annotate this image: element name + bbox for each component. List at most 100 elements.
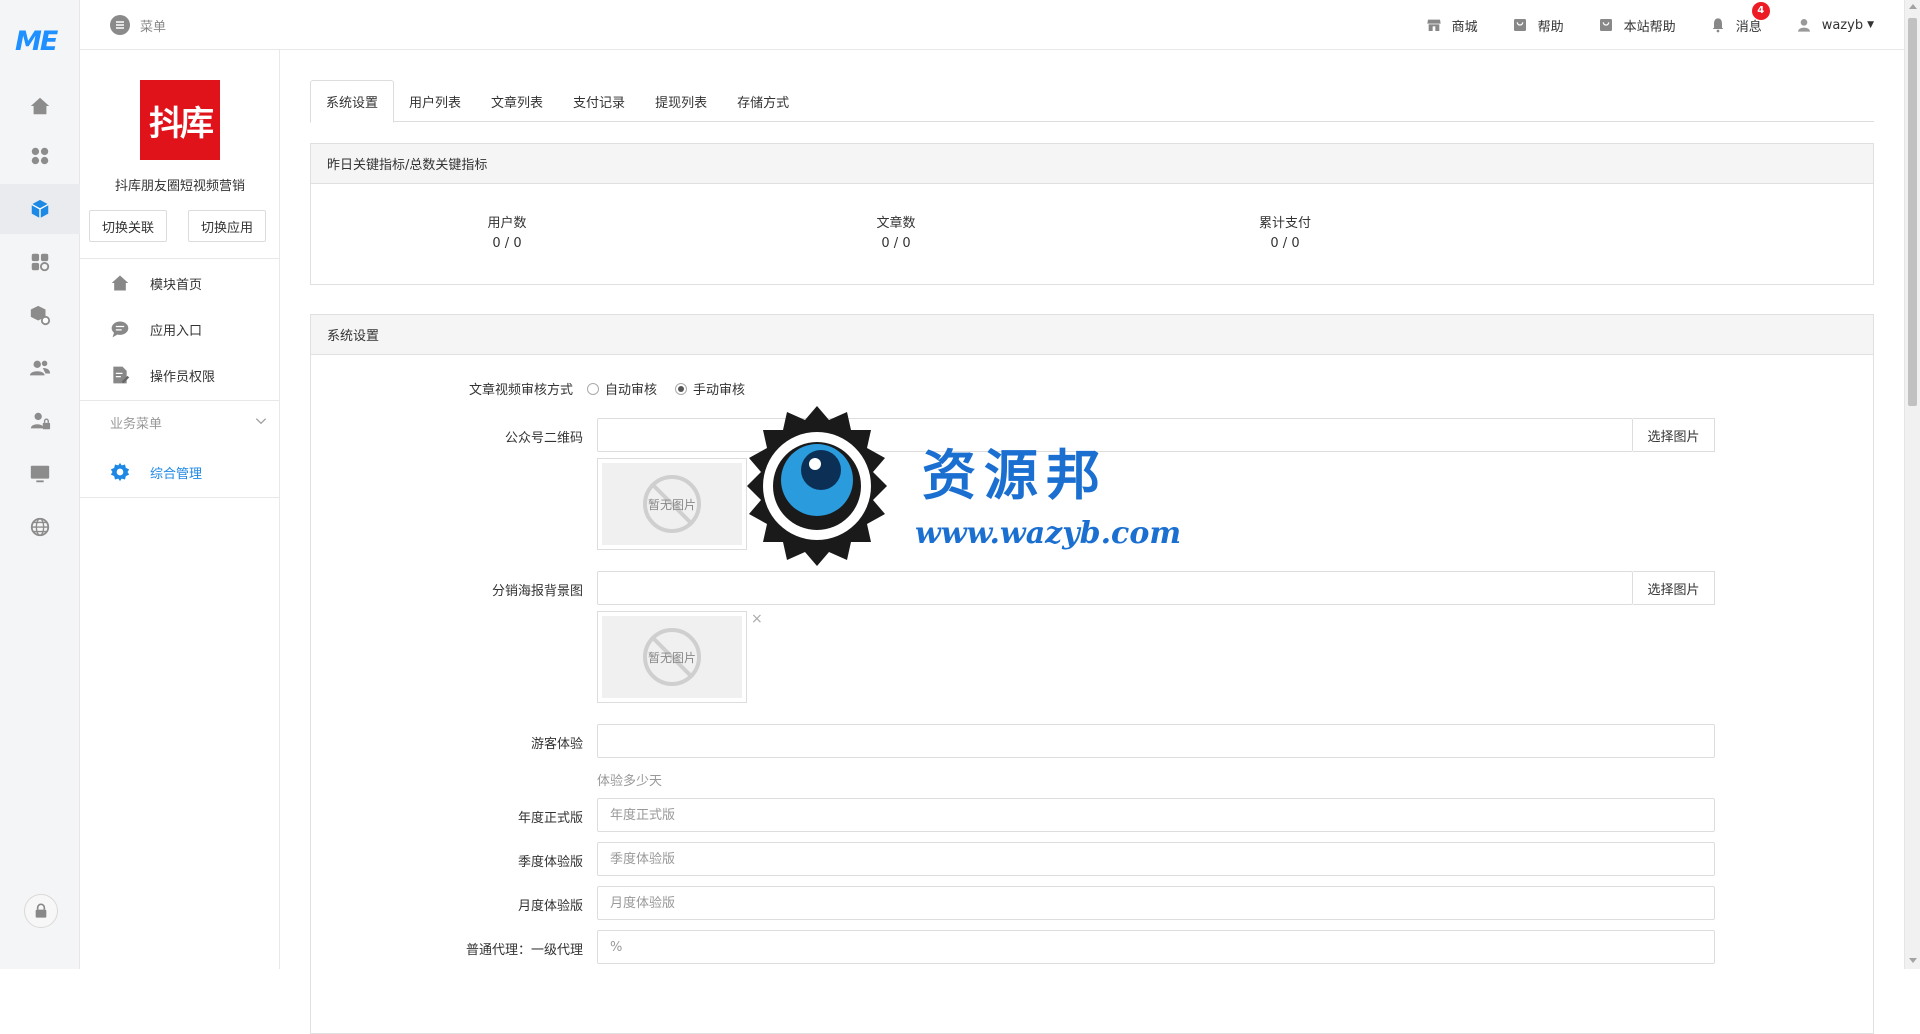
- page-scrollbar[interactable]: [1904, 0, 1920, 969]
- no-image-text: 暂无图片: [647, 650, 696, 665]
- stat-articles: 文章数 0 / 0: [836, 214, 956, 254]
- shop-label: 商城: [1451, 19, 1478, 35]
- group-label: 业务菜单: [110, 416, 163, 432]
- home-icon: [111, 275, 129, 291]
- users-nav[interactable]: [0, 343, 80, 393]
- apps-nav[interactable]: [0, 131, 80, 181]
- lock-icon: [35, 903, 47, 918]
- sidebar-item-label: 综合管理: [150, 466, 203, 482]
- guest-trial-label: 游客体验: [530, 737, 583, 752]
- help-link[interactable]: 帮助: [1512, 16, 1564, 35]
- stat-value: 0 / 0: [881, 236, 911, 251]
- divider: [80, 497, 280, 498]
- scroll-down-icon[interactable]: [1909, 958, 1917, 963]
- image-placeholder: 暂无图片: [602, 463, 742, 545]
- modules-nav[interactable]: [0, 184, 80, 234]
- messages-link[interactable]: 消息 4: [1710, 1, 1770, 35]
- scroll-thumb[interactable]: [1908, 18, 1917, 406]
- stat-value: 0 / 0: [1270, 236, 1300, 251]
- tab-storage[interactable]: 存储方式: [722, 80, 804, 122]
- sidebar-item-app-entry[interactable]: 应用入口: [80, 307, 280, 351]
- user-permission-nav[interactable]: [0, 396, 80, 446]
- sidebar-item-general-management[interactable]: 综合管理: [80, 450, 280, 494]
- chevron-down-icon: [255, 418, 267, 425]
- tab-article-list[interactable]: 文章列表: [476, 80, 558, 122]
- help-bag-icon: [1513, 19, 1526, 31]
- tab-user-list[interactable]: 用户列表: [394, 80, 476, 122]
- review-method-label: 文章视频审核方式: [468, 383, 573, 398]
- module-manage-nav[interactable]: [0, 290, 80, 340]
- system-nav[interactable]: [0, 449, 80, 499]
- poster-preview: 暂无图片: [597, 611, 747, 703]
- list-icon: [110, 15, 130, 35]
- radio-dot-selected[interactable]: [675, 382, 688, 395]
- menu-toggle[interactable]: 菜单: [110, 15, 166, 35]
- user-lock-icon: [30, 412, 51, 430]
- radio-auto-review[interactable]: 自动审核: [587, 379, 657, 398]
- business-menu-group[interactable]: 业务菜单: [80, 400, 280, 444]
- shop-link[interactable]: 商城: [1426, 16, 1478, 35]
- home-nav[interactable]: [0, 81, 80, 131]
- stat-users: 用户数 0 / 0: [447, 214, 567, 254]
- tab-system-settings[interactable]: 系统设置: [310, 80, 395, 123]
- user-menu[interactable]: wazyb ▼: [1796, 17, 1874, 33]
- month-input[interactable]: [597, 886, 1715, 920]
- store-icon: [1426, 19, 1441, 31]
- site-nav[interactable]: [0, 502, 80, 552]
- username: wazyb: [1821, 17, 1864, 33]
- tab-withdraw-list[interactable]: 提现列表: [640, 80, 722, 122]
- switch-app-button[interactable]: 切换应用: [188, 210, 267, 242]
- icon-rail: ME: [0, 0, 80, 969]
- choose-image-button[interactable]: 选择图片: [1633, 418, 1715, 452]
- brand-logo[interactable]: ME: [15, 26, 58, 57]
- no-image-icon: 暂无图片: [643, 628, 701, 686]
- document-edit-icon: [113, 366, 130, 384]
- switch-link-button[interactable]: 切换关联: [89, 210, 168, 242]
- sidebar-item-module-home[interactable]: 模块首页: [80, 261, 280, 305]
- quarter-input[interactable]: [597, 842, 1715, 876]
- app-settings-nav[interactable]: [0, 237, 80, 287]
- app-name: 抖库朋友圈短视频营销: [114, 179, 245, 194]
- no-image-text: 暂无图片: [647, 497, 696, 512]
- settings-panel-title: 系统设置: [311, 315, 1873, 355]
- agent-input[interactable]: [597, 930, 1715, 964]
- remove-image-button[interactable]: ×: [751, 611, 763, 627]
- annual-label: 年度正式版: [517, 811, 583, 826]
- guest-trial-input[interactable]: [597, 724, 1715, 758]
- stat-label: 累计支付: [1258, 216, 1311, 231]
- scroll-up-icon[interactable]: [1909, 4, 1917, 9]
- top-links: 商城 帮助 本站帮助 消息 4 wazyb ▼: [1426, 0, 1874, 50]
- tab-bar: 系统设置 用户列表 文章列表 支付记录 提现列表 存储方式: [310, 80, 1874, 123]
- sidebar-item-operator-permission[interactable]: 操作员权限: [80, 353, 280, 397]
- stats-panel: 昨日关键指标/总数关键指标 用户数 0 / 0 文章数 0 / 0 累计支付 0…: [310, 143, 1874, 285]
- poster-input[interactable]: [597, 571, 1633, 605]
- image-placeholder: 暂无图片: [602, 616, 742, 698]
- bell-icon: [1712, 18, 1724, 33]
- review-method-radios: 自动审核 手动审核: [587, 379, 745, 398]
- cube-icon: [31, 199, 49, 219]
- radio-label: 自动审核: [605, 383, 658, 398]
- choose-image-button[interactable]: 选择图片: [1633, 571, 1715, 605]
- lock-screen-button[interactable]: [24, 894, 58, 928]
- home-icon: [30, 97, 50, 115]
- radio-manual-review[interactable]: 手动审核: [675, 379, 745, 398]
- menu-label: 菜单: [140, 19, 167, 35]
- quarter-label: 季度体验版: [517, 855, 583, 870]
- month-label: 月度体验版: [517, 899, 583, 914]
- qrcode-preview: 暂无图片: [597, 458, 747, 550]
- site-help-label: 本站帮助: [1623, 19, 1676, 35]
- sidebar-item-label: 应用入口: [150, 323, 203, 339]
- stat-payments: 累计支付 0 / 0: [1225, 214, 1345, 254]
- tab-payment-records[interactable]: 支付记录: [558, 80, 640, 122]
- stats-panel-title: 昨日关键指标/总数关键指标: [311, 144, 1873, 184]
- no-image-icon: 暂无图片: [643, 475, 701, 533]
- radio-dot[interactable]: [587, 382, 599, 395]
- radio-label: 手动审核: [693, 383, 746, 398]
- site-help-link[interactable]: 本站帮助: [1598, 16, 1676, 35]
- caret-down-icon: ▼: [1867, 20, 1874, 30]
- annual-input[interactable]: [597, 798, 1715, 832]
- stat-value: 0 / 0: [492, 236, 522, 251]
- site-help-bag-icon: [1599, 19, 1612, 31]
- monitor-icon: [30, 465, 50, 483]
- help-label: 帮助: [1537, 19, 1564, 35]
